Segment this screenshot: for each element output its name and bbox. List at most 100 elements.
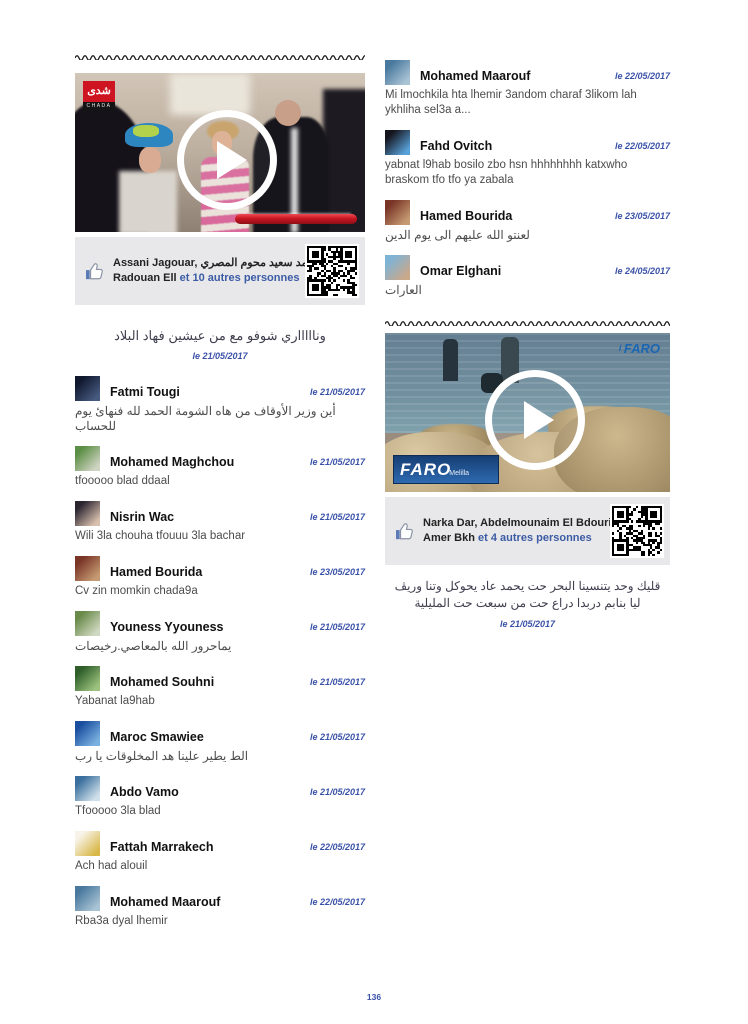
page-number: 136 xyxy=(0,992,748,1002)
comment-avatar xyxy=(385,200,410,225)
more-likers-link[interactable]: et 10 autres personnes xyxy=(180,272,300,284)
comment-author: Youness Yyouness xyxy=(110,620,223,634)
right-column: Mohamed Maarouf le 22/05/2017 Mi lmochki… xyxy=(385,60,670,629)
comment-author: Mohamed Souhni xyxy=(110,675,214,689)
post-caption: Assani Jagouar, احمد سعيد محوم المصري, R… xyxy=(75,237,365,305)
comment-author: Fattah Marrakech xyxy=(110,840,214,854)
comment-date: le 22/05/2017 xyxy=(615,141,670,151)
like-icon xyxy=(85,261,107,281)
comment-avatar xyxy=(75,556,100,581)
faro-melilla-logo: FARO Melilla xyxy=(393,455,499,484)
comment-avatar xyxy=(75,446,100,471)
comments-list: Fatmi Tougi le 21/05/2017 أين وزير الأوق… xyxy=(75,376,365,929)
comment-text: يماحرور الله بالمعاصي.رخيصات xyxy=(75,639,365,654)
comment-text: Rba3a dyal lhemir xyxy=(75,914,365,929)
like-icon xyxy=(395,521,417,541)
comment-author: Nisrin Wac xyxy=(110,510,174,524)
video-scene xyxy=(133,125,159,137)
comment: Fahd Ovitch le 22/05/2017 yabnat l9hab b… xyxy=(385,130,670,188)
comment-date: le 22/05/2017 xyxy=(310,842,365,852)
comment-text: yabnat l9hab bosilo zbo hsn hhhhhhhh kat… xyxy=(385,158,670,188)
qr-code xyxy=(610,504,664,558)
post-text: وناااااري شوفو مع من عيشين فهاد البلاد xyxy=(75,327,365,344)
post-date: le 21/05/2017 xyxy=(385,619,670,629)
comment-date: le 21/05/2017 xyxy=(310,512,365,522)
play-button[interactable] xyxy=(177,110,277,210)
comment: Mohamed Maarouf le 22/05/2017 Mi lmochki… xyxy=(385,60,670,118)
video-scene xyxy=(119,171,177,232)
comment-author: Mohamed Maghchou xyxy=(110,455,234,469)
comment-avatar xyxy=(75,831,100,856)
comment-avatar xyxy=(75,611,100,636)
squiggle-divider xyxy=(385,316,670,326)
comment-avatar xyxy=(75,376,100,401)
comment: Abdo Vamo le 21/05/2017 Tfooooo 3la blad xyxy=(75,776,365,819)
comment-text: Ach had alouil xyxy=(75,859,365,874)
post-video-thumbnail: i FARO FARO Melilla xyxy=(385,333,670,492)
video-scene xyxy=(170,73,250,115)
play-button[interactable] xyxy=(485,370,585,470)
comment-author: Mohamed Maarouf xyxy=(110,895,220,909)
comment-avatar xyxy=(75,666,100,691)
comment-author: Hamed Bourida xyxy=(420,209,512,223)
comment: Mohamed Maarouf le 22/05/2017 Rba3a dyal… xyxy=(75,886,365,929)
comment: Maroc Smawiee le 21/05/2017 الط يطير علي… xyxy=(75,721,365,764)
play-icon xyxy=(217,141,247,179)
comment: Mohamed Souhni le 21/05/2017 Yabanat la9… xyxy=(75,666,365,709)
comment-text: الط يطير علينا هد المخلوقات يا رب xyxy=(75,749,365,764)
faro-watermark: i FARO xyxy=(619,341,660,356)
comment-author: Omar Elghani xyxy=(420,264,501,278)
comment-author: Abdo Vamo xyxy=(110,785,179,799)
comment-text: Tfooooo 3la blad xyxy=(75,804,365,819)
video-scene xyxy=(275,100,301,126)
video-scene xyxy=(443,339,458,381)
comment: Youness Yyouness le 21/05/2017 يماحرور ا… xyxy=(75,611,365,654)
play-icon xyxy=(524,401,554,439)
comment-text: Yabanat la9hab xyxy=(75,694,365,709)
likers-names: Assani Jagouar, احمد سعيد محوم المصري, xyxy=(113,256,321,271)
chada-logo-arabic: شدى xyxy=(83,81,115,102)
video-scene xyxy=(323,89,365,232)
likers-names: Narka Dar, Abdelmounaim El Bdouri, xyxy=(423,516,615,531)
faro-logo-text: FARO xyxy=(394,460,451,480)
comment-date: le 21/05/2017 xyxy=(310,677,365,687)
comment: Nisrin Wac le 21/05/2017 Wili 3la chouha… xyxy=(75,501,365,544)
comments-list: Mohamed Maarouf le 22/05/2017 Mi lmochki… xyxy=(385,60,670,298)
chada-logo-latin: CHADA xyxy=(83,102,115,111)
comment-author: Maroc Smawiee xyxy=(110,730,204,744)
comment: Fattah Marrakech le 22/05/2017 Ach had a… xyxy=(75,831,365,874)
comment-date: le 23/05/2017 xyxy=(310,567,365,577)
likers-names: Amer Bkh xyxy=(423,532,478,544)
like-summary: Assani Jagouar, احمد سعيد محوم المصري, R… xyxy=(113,237,321,305)
comment-date: le 21/05/2017 xyxy=(310,787,365,797)
comment: Omar Elghani le 24/05/2017 العارات xyxy=(385,255,670,298)
comment-text: tfooooo blad ddaal xyxy=(75,474,365,489)
comment: Fatmi Tougi le 21/05/2017 أين وزير الأوق… xyxy=(75,376,365,434)
news-ticker xyxy=(235,214,357,224)
comment-text: Mi lmochkila hta lhemir 3andom charaf 3l… xyxy=(385,88,670,118)
comment: Hamed Bourida le 23/05/2017 لعنتو الله ع… xyxy=(385,200,670,243)
comment-date: le 23/05/2017 xyxy=(615,211,670,221)
likers-names: Radouan Ell xyxy=(113,272,180,284)
left-column: شدى CHADA Assani Jagouar, احمد سعيد محوم… xyxy=(75,50,365,941)
comment-author: Hamed Bourida xyxy=(110,565,202,579)
comment-date: le 21/05/2017 xyxy=(310,457,365,467)
comment-text: لعنتو الله عليهم الى يوم الدين xyxy=(385,228,670,243)
comment-text: العارات xyxy=(385,283,670,298)
post-video-thumbnail: شدى CHADA xyxy=(75,73,365,232)
comment: Hamed Bourida le 23/05/2017 Cv zin momki… xyxy=(75,556,365,599)
more-likers-link[interactable]: et 4 autres personnes xyxy=(478,532,592,544)
comment-avatar xyxy=(75,886,100,911)
comment-author: Fahd Ovitch xyxy=(420,139,492,153)
comment-text: Wili 3la chouha tfouuu 3la bachar xyxy=(75,529,365,544)
comment-author: Fatmi Tougi xyxy=(110,385,180,399)
post-caption: Narka Dar, Abdelmounaim El Bdouri, Amer … xyxy=(385,497,670,565)
chada-tv-logo: شدى CHADA xyxy=(83,81,115,111)
post-date: le 21/05/2017 xyxy=(75,351,365,361)
comment-avatar xyxy=(75,721,100,746)
comment-date: le 24/05/2017 xyxy=(615,266,670,276)
comment-date: le 21/05/2017 xyxy=(310,732,365,742)
comment-avatar xyxy=(385,130,410,155)
comment-avatar xyxy=(75,501,100,526)
comment-text: أين وزير الأوقاف من هاه الشومة الحمد لله… xyxy=(75,404,365,434)
